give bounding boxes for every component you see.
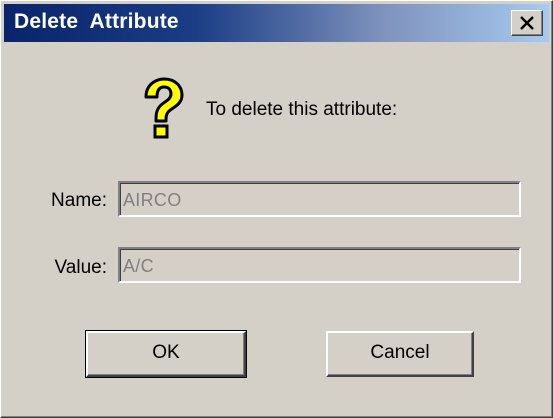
- title-bar[interactable]: Delete Attribute: [4, 4, 549, 42]
- delete-attribute-dialog: Delete Attribute To delete this attribut…: [0, 0, 553, 418]
- ok-button[interactable]: OK: [85, 330, 247, 378]
- cancel-button[interactable]: Cancel: [326, 331, 474, 377]
- name-label: Name:: [51, 190, 107, 211]
- question-mark-icon: [136, 77, 189, 141]
- close-button[interactable]: [511, 10, 543, 36]
- prompt-text: To delete this attribute:: [206, 99, 398, 120]
- window-title: Delete Attribute: [14, 10, 179, 33]
- name-field-value: AIRCO: [123, 190, 182, 210]
- value-field[interactable]: A/C: [118, 247, 521, 283]
- value-field-value: A/C: [123, 256, 154, 276]
- close-x-icon: [520, 16, 534, 30]
- name-field[interactable]: AIRCO: [118, 181, 521, 217]
- value-label: Value:: [54, 257, 107, 278]
